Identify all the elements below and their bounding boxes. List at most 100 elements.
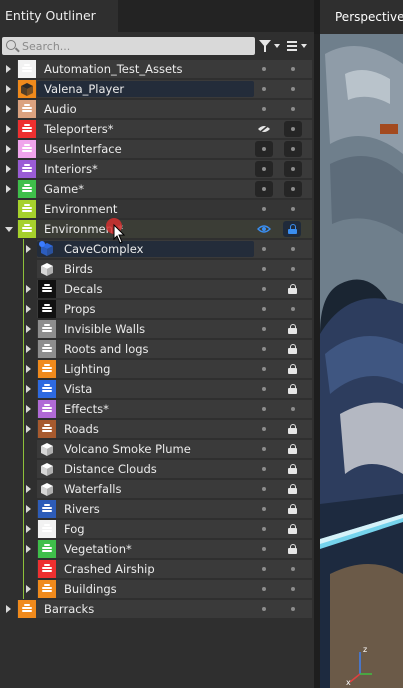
expand-right-icon[interactable] xyxy=(26,545,31,553)
tree-row[interactable]: Roads xyxy=(0,419,314,439)
expand-right-icon[interactable] xyxy=(26,505,31,513)
visibility-toggle[interactable] xyxy=(262,547,266,551)
visibility-toggle[interactable] xyxy=(262,607,266,611)
tab-entity-outliner[interactable]: Entity Outliner xyxy=(0,0,118,32)
lock-toggle[interactable] xyxy=(291,107,295,111)
tree-row[interactable]: Buildings xyxy=(0,579,314,599)
expand-right-icon[interactable] xyxy=(6,165,11,173)
visibility-toggle[interactable] xyxy=(262,347,266,351)
filter-dropdown-icon[interactable] xyxy=(274,44,280,48)
tree-row[interactable]: Audio xyxy=(0,99,314,119)
visibility-toggle[interactable] xyxy=(262,587,266,591)
expand-right-icon[interactable] xyxy=(26,305,31,313)
visibility-toggle[interactable] xyxy=(262,267,266,271)
lock-icon[interactable] xyxy=(288,424,297,434)
tree-row[interactable]: Valena_Player xyxy=(0,79,314,99)
visibility-toggle[interactable] xyxy=(262,387,266,391)
tree-row[interactable]: Fog xyxy=(0,519,314,539)
hidden-eye-icon[interactable] xyxy=(257,124,271,134)
lock-toggle[interactable] xyxy=(291,207,295,211)
lock-toggle[interactable] xyxy=(291,247,295,251)
expand-right-icon[interactable] xyxy=(26,425,31,433)
lock-toggle[interactable] xyxy=(291,607,295,611)
tree-row[interactable]: Distance Clouds xyxy=(0,459,314,479)
tree-row[interactable]: Vegetation* xyxy=(0,539,314,559)
expand-right-icon[interactable] xyxy=(26,525,31,533)
tree-row[interactable]: Automation_Test_Assets xyxy=(0,59,314,79)
expand-down-icon[interactable] xyxy=(5,227,13,232)
search-input[interactable] xyxy=(22,37,252,55)
expand-right-icon[interactable] xyxy=(6,125,11,133)
tree-row[interactable]: Barracks xyxy=(0,599,314,619)
expand-right-icon[interactable] xyxy=(6,605,11,613)
visibility-toggle[interactable] xyxy=(262,407,266,411)
lock-toggle[interactable] xyxy=(291,267,295,271)
lock-icon[interactable] xyxy=(288,324,297,334)
lock-icon[interactable] xyxy=(288,444,297,454)
expand-right-icon[interactable] xyxy=(6,85,11,93)
visibility-toggle[interactable] xyxy=(262,487,266,491)
visibility-eye-icon[interactable] xyxy=(257,224,271,234)
tree-row[interactable]: Environment* xyxy=(0,219,314,239)
expand-right-icon[interactable] xyxy=(26,485,31,493)
tree-row[interactable]: Waterfalls xyxy=(0,479,314,499)
tree-row[interactable]: Environment xyxy=(0,199,314,219)
lock-toggle[interactable] xyxy=(291,587,295,591)
tree-row[interactable]: Decals xyxy=(0,279,314,299)
lock-toggle[interactable] xyxy=(291,147,295,151)
visibility-toggle[interactable] xyxy=(262,327,266,331)
lock-icon[interactable] xyxy=(288,484,297,494)
visibility-toggle[interactable] xyxy=(262,147,266,151)
menu-icon[interactable] xyxy=(287,41,297,51)
lock-toggle[interactable] xyxy=(291,167,295,171)
tree-row[interactable]: CaveComplex xyxy=(0,239,314,259)
visibility-toggle[interactable] xyxy=(262,307,266,311)
tree-row[interactable]: Roots and logs xyxy=(0,339,314,359)
tree-row[interactable]: Interiors* xyxy=(0,159,314,179)
tree-row[interactable]: Volcano Smoke Plume xyxy=(0,439,314,459)
tab-perspective[interactable]: Perspective xyxy=(320,0,403,34)
visibility-toggle[interactable] xyxy=(262,447,266,451)
lock-icon[interactable] xyxy=(288,344,297,354)
lock-toggle[interactable] xyxy=(291,187,295,191)
lock-toggle[interactable] xyxy=(291,127,295,131)
visibility-toggle[interactable] xyxy=(262,67,266,71)
tree-row[interactable]: Teleporters* xyxy=(0,119,314,139)
expand-right-icon[interactable] xyxy=(6,185,11,193)
lock-toggle[interactable] xyxy=(291,87,295,91)
expand-right-icon[interactable] xyxy=(26,245,31,253)
tree-row[interactable]: Effects* xyxy=(0,399,314,419)
visibility-toggle[interactable] xyxy=(262,107,266,111)
search-box[interactable] xyxy=(2,37,255,55)
expand-right-icon[interactable] xyxy=(26,325,31,333)
visibility-toggle[interactable] xyxy=(262,367,266,371)
visibility-toggle[interactable] xyxy=(262,567,266,571)
lock-icon[interactable] xyxy=(288,464,297,474)
lock-icon[interactable] xyxy=(288,504,297,514)
expand-right-icon[interactable] xyxy=(6,145,11,153)
lock-icon[interactable] xyxy=(288,544,297,554)
tree-row[interactable]: Invisible Walls xyxy=(0,319,314,339)
expand-right-icon[interactable] xyxy=(6,105,11,113)
lock-toggle[interactable] xyxy=(291,67,295,71)
lock-toggle[interactable] xyxy=(291,307,295,311)
visibility-toggle[interactable] xyxy=(262,207,266,211)
tree-row[interactable]: UserInterface xyxy=(0,139,314,159)
tree-row[interactable]: Game* xyxy=(0,179,314,199)
expand-right-icon[interactable] xyxy=(26,345,31,353)
expand-right-icon[interactable] xyxy=(26,285,31,293)
lock-icon[interactable] xyxy=(288,384,297,394)
visibility-toggle[interactable] xyxy=(262,187,266,191)
visibility-toggle[interactable] xyxy=(262,507,266,511)
expand-right-icon[interactable] xyxy=(26,405,31,413)
tree-row[interactable]: Birds xyxy=(0,259,314,279)
expand-right-icon[interactable] xyxy=(26,385,31,393)
visibility-toggle[interactable] xyxy=(262,527,266,531)
tree-row[interactable]: Props xyxy=(0,299,314,319)
tree-row[interactable]: Rivers xyxy=(0,499,314,519)
lock-icon[interactable] xyxy=(288,224,297,234)
expand-right-icon[interactable] xyxy=(26,585,31,593)
expand-right-icon[interactable] xyxy=(26,365,31,373)
lock-icon[interactable] xyxy=(288,364,297,374)
visibility-toggle[interactable] xyxy=(262,467,266,471)
